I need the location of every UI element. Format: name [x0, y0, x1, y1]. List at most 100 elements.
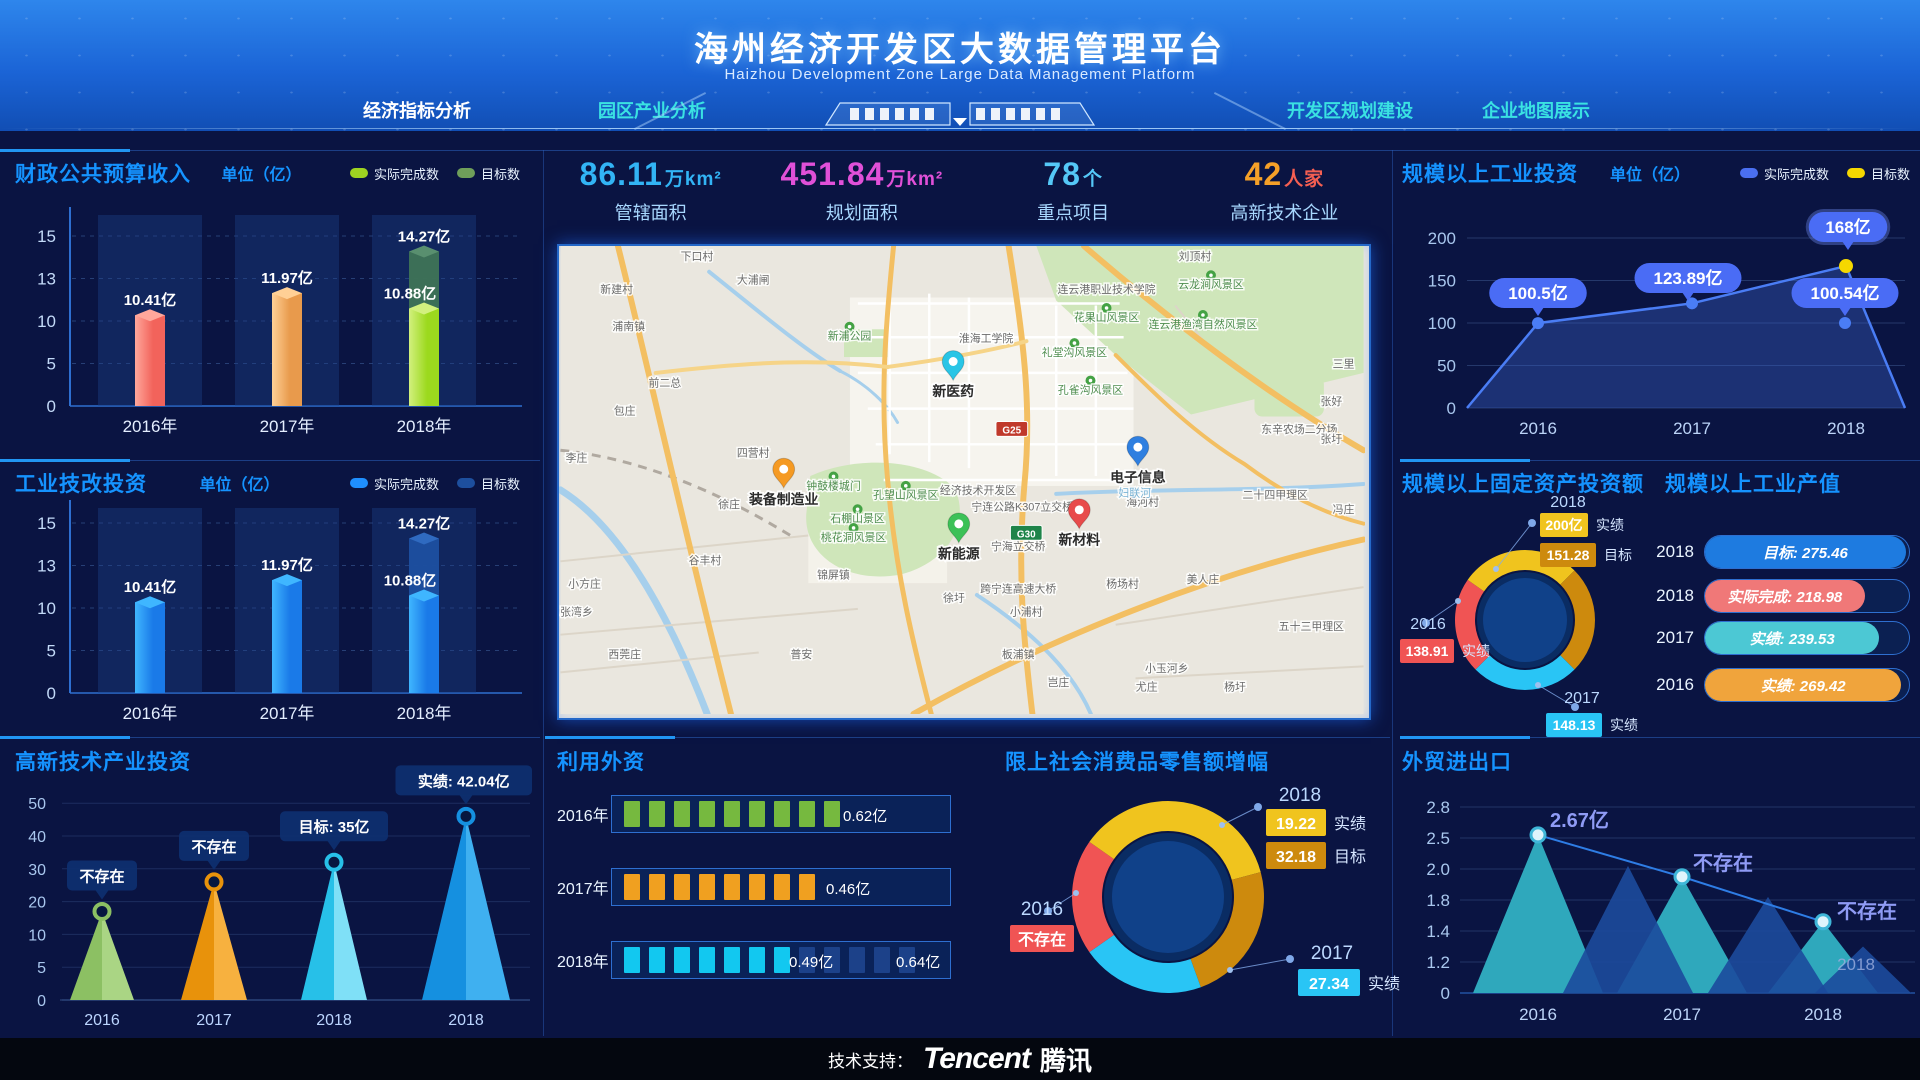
svg-text:2016: 2016: [1519, 419, 1557, 438]
svg-text:11.97亿: 11.97亿: [261, 556, 313, 574]
map-label: 三里: [1333, 358, 1355, 371]
svg-text:2018: 2018: [1837, 955, 1875, 974]
map-label: 尤庄: [1136, 680, 1158, 694]
map-label: 徐庄: [718, 497, 740, 511]
map-panel[interactable]: 下口村大浦闸新建村浦南镇前二总包庄四营村李庄徐庄谷丰村小方庄张湾乡西莞庄锦屏镇普…: [557, 244, 1371, 720]
map-label: 锦屏镇: [817, 567, 850, 581]
panel-title: 规模以上工业产值: [1665, 468, 1841, 498]
svg-text:2.0: 2.0: [1426, 860, 1450, 879]
svg-text:2018年: 2018年: [397, 417, 452, 436]
svg-text:15: 15: [37, 227, 56, 246]
svg-text:138.91: 138.91: [1406, 643, 1449, 659]
bar-track: 实绩: 269.42: [1704, 668, 1910, 702]
tencent-logo: Tencent: [923, 1042, 1030, 1076]
svg-text:100.5亿: 100.5亿: [1508, 283, 1568, 303]
svg-text:10: 10: [28, 927, 46, 944]
map-label: 普安: [790, 647, 812, 661]
svg-text:2016: 2016: [1410, 616, 1446, 633]
svg-text:不存在: 不存在: [1837, 899, 1897, 923]
svg-text:13: 13: [37, 557, 56, 576]
svg-text:2018: 2018: [1804, 1005, 1842, 1024]
output-bar-row: 2016 实绩: 269.42: [1652, 668, 1910, 702]
panel-head-foreign-capital: 利用外资: [557, 746, 857, 776]
svg-text:不存在: 不存在: [79, 867, 124, 885]
svg-text:27.34: 27.34: [1309, 976, 1349, 993]
svg-text:2018: 2018: [1550, 494, 1586, 511]
svg-text:30: 30: [28, 862, 46, 879]
svg-text:不存在: 不存在: [191, 838, 236, 856]
map-label: 张圩: [1321, 433, 1343, 446]
svg-text:5: 5: [37, 960, 46, 977]
map-label: 美人庄: [1187, 572, 1220, 586]
svg-text:新能源: 新能源: [938, 546, 980, 562]
svg-text:10.41亿: 10.41亿: [124, 578, 177, 596]
svg-text:200: 200: [1428, 229, 1456, 248]
map-label: 花果山风景区: [1074, 311, 1139, 324]
chart-retail-donut: 201819.22实绩32.18目标2016不存在201727.34实绩: [1000, 745, 1390, 1035]
map-label: 李庄: [566, 450, 588, 464]
tab-zone-planning[interactable]: 开发区规划建设: [1287, 97, 1413, 123]
svg-text:200亿: 200亿: [1545, 517, 1582, 533]
svg-text:5: 5: [47, 355, 56, 374]
chart-fiscal-revenue: 0510131510.41亿2016年11.97亿2017年14.27亿10.8…: [0, 150, 540, 460]
stat-block: 42人家高新技术企业: [1179, 156, 1390, 238]
svg-text:10.88亿: 10.88亿: [384, 572, 437, 590]
map[interactable]: 下口村大浦闸新建村浦南镇前二总包庄四营村李庄徐庄谷丰村小方庄张湾乡西莞庄锦屏镇普…: [559, 246, 1365, 714]
svg-text:2016: 2016: [84, 1012, 120, 1029]
svg-text:2018年: 2018年: [397, 704, 452, 723]
map-label: 杨圩: [1224, 680, 1246, 694]
map-label: 宁海立交桥: [991, 539, 1046, 553]
stat-block: 78个重点项目: [968, 156, 1179, 238]
svg-text:目标: 目标: [1334, 848, 1366, 866]
svg-text:10: 10: [37, 312, 56, 331]
svg-text:不存在: 不存在: [1693, 851, 1753, 875]
svg-text:2018: 2018: [1827, 419, 1865, 438]
svg-text:2016年: 2016年: [123, 704, 178, 723]
svg-text:2.5: 2.5: [1426, 829, 1450, 848]
map-label: 张湾乡: [560, 605, 593, 619]
svg-text:14.27亿: 14.27亿: [398, 228, 451, 246]
map-label: 小方庄: [568, 577, 601, 591]
svg-text:实绩: 实绩: [1596, 517, 1624, 533]
panel-title: 利用外资: [557, 746, 645, 776]
map-label: 孔望山风景区: [873, 489, 938, 502]
svg-text:G30: G30: [1017, 529, 1036, 540]
bar-fill: 实绩: 269.42: [1705, 669, 1901, 701]
svg-text:2017年: 2017年: [260, 417, 315, 436]
svg-text:1.4: 1.4: [1426, 922, 1450, 941]
map-label: 连云港职业技术学院: [1058, 282, 1156, 296]
svg-text:实绩: 实绩: [1334, 815, 1366, 833]
svg-text:10: 10: [37, 599, 56, 618]
map-label: 孔雀沟风景区: [1058, 383, 1123, 396]
map-label: 妇联河: [1118, 486, 1151, 499]
svg-text:13: 13: [37, 270, 56, 289]
header-bottom-line: [0, 128, 1920, 129]
svg-text:2017年: 2017年: [260, 704, 315, 723]
stat-block: 451.84万km²规划面积: [756, 156, 967, 238]
map-label: 小浦村: [1010, 605, 1043, 619]
map-label: 岂庄: [1047, 675, 1069, 689]
svg-text:14.27亿: 14.27亿: [398, 515, 451, 533]
svg-text:10.88亿: 10.88亿: [384, 285, 437, 303]
svg-text:11.97亿: 11.97亿: [261, 269, 313, 287]
svg-text:2017: 2017: [1564, 690, 1600, 707]
tab-economic-indicators[interactable]: 经济指标分析: [363, 97, 471, 123]
svg-text:50: 50: [1437, 357, 1456, 376]
progress-bar: 0.62亿: [611, 795, 951, 833]
map-label: 经济技术开发区: [940, 483, 1016, 497]
tab-enterprise-map[interactable]: 企业地图展示: [1482, 97, 1590, 123]
map-label: 淮海工学院: [959, 331, 1014, 345]
output-bar-row: 2018 实际完成: 218.98: [1652, 579, 1910, 613]
progress-bar: 0.49亿0.64亿: [611, 941, 951, 979]
output-bar-row: 2017 实绩: 239.53: [1652, 621, 1910, 655]
svg-text:19.22: 19.22: [1276, 816, 1316, 833]
column-divider: [543, 150, 544, 1036]
svg-text:40: 40: [28, 829, 46, 846]
foreign-capital-row: 2016年0.62亿: [557, 795, 951, 833]
svg-text:10.41亿: 10.41亿: [124, 291, 177, 309]
footer: 技术支持： Tencent 腾讯: [0, 1038, 1920, 1080]
bar-fill: 实际完成: 218.98: [1705, 580, 1865, 612]
page-subtitle: Haizhou Development Zone Large Data Mana…: [0, 66, 1920, 83]
svg-text:2018: 2018: [1279, 785, 1321, 806]
map-label: 西莞庄: [608, 647, 641, 661]
